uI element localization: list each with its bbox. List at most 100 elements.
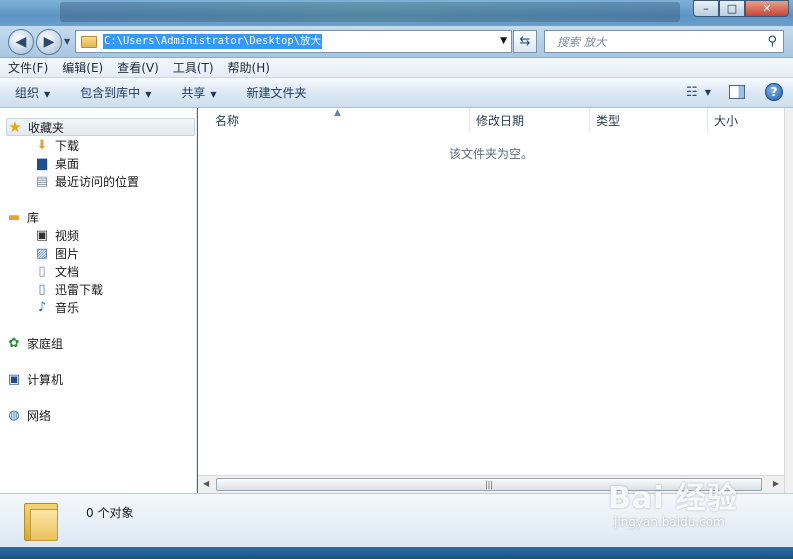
column-header-size-label: 大小 [714,113,739,128]
nav-item-downloads[interactable]: ⬇ 下载 [34,136,79,154]
computer-icon: ▣ [7,371,21,387]
desktop-icon: ▆ [37,155,47,171]
back-arrow-icon: ◀ [15,34,27,50]
nav-libraries[interactable]: ▬ 库 [6,208,195,226]
change-view-button[interactable]: ☷ [679,82,705,102]
title-bar: – □ ✕ [0,0,793,26]
close-button[interactable]: ✕ [745,0,789,17]
share-label: 共享 [181,86,206,100]
minimize-button[interactable]: – [693,0,719,17]
window-controls: – □ ✕ [693,0,789,17]
maximize-button[interactable]: □ [719,0,745,17]
chevron-down-icon: ▼ [145,90,152,99]
nav-item-label: 文档 [55,264,80,279]
search-input[interactable]: 搜索 放大 ⚲ [544,30,784,53]
nav-computer-label: 计算机 [27,372,64,387]
address-path[interactable]: C:\Users\Administrator\Desktop\放大 [103,34,322,49]
music-icon: ♪ [37,299,47,315]
nav-network-label: 网络 [27,408,52,423]
address-dropdown-icon[interactable]: ▼ [500,36,507,46]
column-header-size[interactable]: 大小 [708,108,784,132]
navigation-pane: ★ 收藏夹 ⬇ 下载 ▆ 桌面 ▤ 最近访问的位置 ▬ 库 ▣ 视频 ▨ 图片 … [0,108,197,493]
menu-tools[interactable]: 工具(T) [173,59,214,76]
download-folder-icon: ⬇ [36,137,48,153]
include-in-library-button[interactable]: 包含到库中 ▼ [80,84,151,101]
menu-edit[interactable]: 编辑(E) [62,59,103,76]
nav-network[interactable]: ◍ 网络 [6,406,195,424]
menu-bar: 文件(F) 编辑(E) 查看(V) 工具(T) 帮助(H) [0,58,793,78]
forward-arrow-icon: ▶ [43,34,55,50]
nav-item-recent-places[interactable]: ▤ 最近访问的位置 [34,172,139,190]
include-library-label: 包含到库中 [80,86,141,100]
forward-button[interactable]: ▶ [36,29,62,55]
organize-label: 组织 [15,86,40,100]
baidu-jingyan-watermark: Bai 经验 jingyan.baidu.com [608,473,788,543]
nav-item-label: 视频 [55,228,80,243]
video-icon: ▣ [35,227,49,243]
nav-computer[interactable]: ▣ 计算机 [6,370,195,388]
taskbar [0,547,793,559]
address-field[interactable]: C:\Users\Administrator\Desktop\放大 ▼ [75,30,512,53]
nav-libraries-label: 库 [27,210,40,225]
nav-item-documents[interactable]: ▯ 文档 [34,262,79,280]
preview-pane-icon[interactable] [729,85,745,99]
column-header-type-label: 类型 [596,113,621,128]
nav-item-label: 最近访问的位置 [55,174,140,189]
nav-item-pictures[interactable]: ▨ 图片 [34,244,79,262]
nav-item-label: 迅雷下载 [55,282,104,297]
command-bar: 组织 ▼ 包含到库中 ▼ 共享 ▼ 新建文件夹 ☷ ▼ ? [0,78,793,108]
object-count: 0 个对象 [86,506,134,520]
new-folder-button[interactable]: 新建文件夹 [247,84,307,101]
nav-item-videos[interactable]: ▣ 视频 [34,226,79,244]
column-header-type[interactable]: 类型 [590,108,708,132]
nav-favorites-label: 收藏夹 [28,120,65,135]
refresh-button[interactable]: ⇆ [513,30,537,53]
xunlei-download-icon: ▯ [38,281,46,297]
vertical-scrollbar[interactable] [784,108,793,493]
library-icon: ▬ [7,209,21,225]
title-bar-background [60,2,680,22]
empty-folder-message: 该文件夹为空。 [448,147,533,161]
network-icon: ◍ [8,407,20,423]
document-icon: ▯ [38,263,46,279]
nav-item-label: 桌面 [55,156,80,171]
column-header-name-label: 名称 [215,113,240,128]
help-icon[interactable]: ? [765,83,783,101]
folder-icon [81,35,97,48]
command-bar-right: ☷ ▼ ? [679,82,783,102]
nav-favorites[interactable]: ★ 收藏夹 [6,118,195,136]
menu-help[interactable]: 帮助(H) [228,59,270,76]
nav-item-desktop[interactable]: ▆ 桌面 [34,154,79,172]
back-button[interactable]: ◀ [8,29,34,55]
file-list: 名称 ▲ 修改日期 类型 大小 该文件夹为空。 [198,108,784,475]
menu-file[interactable]: 文件(F) [8,59,48,76]
column-header-date-label: 修改日期 [476,113,525,128]
nav-item-label: 下载 [55,138,80,153]
organize-button[interactable]: 组织 ▼ [15,84,50,101]
scroll-left-icon[interactable]: ◀ [203,479,209,488]
details-view-icon: ☷ [686,84,698,100]
share-button[interactable]: 共享 ▼ [181,84,216,101]
view-options-dropdown[interactable]: ▼ [705,88,711,97]
address-toolbar: ◀ ▶ ▼ C:\Users\Administrator\Desktop\放大 … [0,26,793,58]
homegroup-icon: ✿ [8,335,20,351]
chevron-down-icon: ▼ [210,90,217,99]
sort-ascending-icon: ▲ [334,108,341,118]
search-icon[interactable]: ⚲ [767,34,777,49]
refresh-icon: ⇆ [519,34,531,49]
nav-item-music[interactable]: ♪ 音乐 [34,298,79,316]
star-icon: ★ [8,117,22,136]
search-placeholder: 搜索 放大 [557,34,607,49]
folder-icon [24,501,58,541]
recent-pages-dropdown[interactable]: ▼ [64,37,70,46]
nav-item-xunlei-downloads[interactable]: ▯ 迅雷下载 [34,280,103,298]
menu-view[interactable]: 查看(V) [117,59,159,76]
nav-homegroup-label: 家庭组 [27,336,64,351]
watermark-logo: Bai 经验 [608,481,738,516]
column-header-date-modified[interactable]: 修改日期 [470,108,590,132]
chevron-down-icon: ▼ [44,90,51,99]
recent-places-icon: ▤ [35,173,49,189]
nav-item-label: 音乐 [55,300,80,315]
picture-icon: ▨ [35,245,49,261]
nav-homegroup[interactable]: ✿ 家庭组 [6,334,195,352]
